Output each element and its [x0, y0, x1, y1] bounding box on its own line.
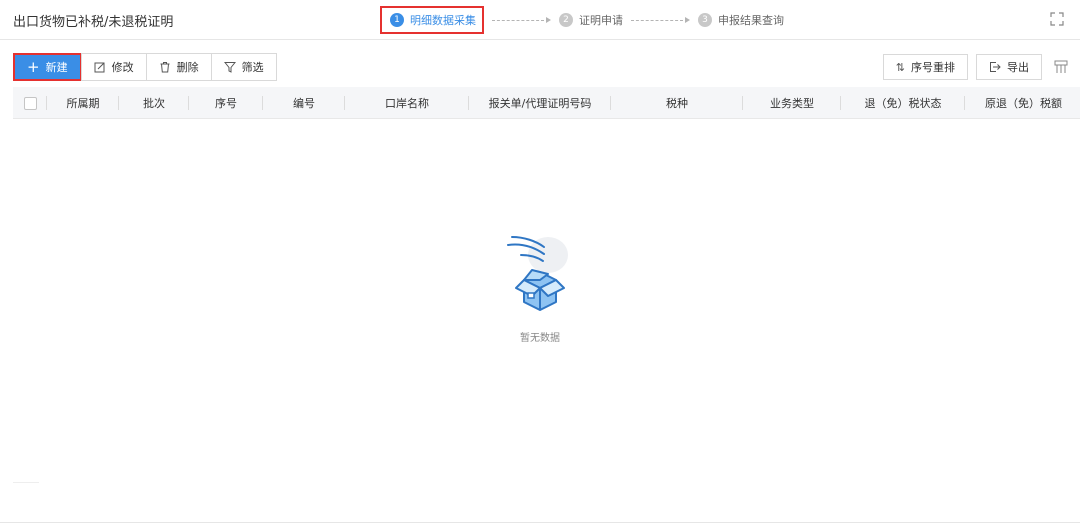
column-settings-icon[interactable] — [1054, 60, 1068, 74]
divider — [13, 482, 39, 483]
step-2-certificate-apply[interactable]: 2 证明申请 — [559, 12, 623, 28]
new-label: 新建 — [45, 61, 68, 74]
empty-box-icon — [507, 236, 568, 311]
export-button[interactable]: 导出 — [976, 54, 1042, 80]
toolbar-right: ⇅ 序号重排 导出 — [875, 53, 1068, 81]
page-title: 出口货物已补税/未退税证明 — [13, 15, 174, 30]
table-header: 所属期 批次 序号 编号 口岸名称 报关单/代理证明号码 税种 业务类型 退（免… — [13, 87, 1080, 119]
column-header[interactable]: 原退（免）税额 — [965, 87, 1080, 119]
column-header[interactable]: 税种 — [611, 87, 743, 119]
select-all-checkbox[interactable] — [23, 96, 37, 110]
step-number: 2 — [559, 13, 573, 27]
step-connector — [631, 17, 690, 23]
column-header[interactable]: 所属期 — [47, 87, 119, 119]
header-bar: 出口货物已补税/未退税证明 1 明细数据采集 2 证明申请 3 申报结果查询 — [0, 0, 1080, 40]
trash-icon — [160, 62, 170, 73]
filter-icon — [223, 62, 236, 73]
column-header[interactable]: 退（免）税状态 — [841, 87, 965, 119]
column-header[interactable]: 业务类型 — [743, 87, 841, 119]
plus-icon: + — [27, 58, 40, 76]
step-indicator: 1 明细数据采集 2 证明申请 3 申报结果查询 — [380, 6, 784, 34]
column-header[interactable]: 口岸名称 — [345, 87, 469, 119]
toolbar-left: + 新建 修改 删除 筛选 — [13, 53, 277, 81]
reorder-label: 序号重排 — [911, 61, 955, 74]
column-header[interactable]: 编号 — [263, 87, 345, 119]
step-number: 3 — [698, 13, 712, 27]
filter-label: 筛选 — [241, 61, 264, 74]
filter-button[interactable]: 筛选 — [210, 53, 277, 81]
step-number: 1 — [390, 13, 404, 27]
new-button[interactable]: + 新建 — [13, 53, 82, 81]
step-label: 申报结果查询 — [718, 14, 784, 27]
divider — [0, 522, 1080, 523]
edit-button[interactable]: 修改 — [80, 53, 147, 81]
delete-label: 删除 — [176, 61, 199, 74]
empty-state: 暂无数据 — [480, 225, 600, 344]
column-header[interactable]: 报关单/代理证明号码 — [469, 87, 611, 119]
step-connector — [492, 17, 551, 23]
step-label: 证明申请 — [579, 14, 623, 27]
reorder-button[interactable]: ⇅ 序号重排 — [882, 54, 968, 80]
edit-icon — [94, 62, 105, 73]
empty-text: 暂无数据 — [520, 333, 560, 344]
step-label: 明细数据采集 — [410, 14, 476, 27]
export-label: 导出 — [1007, 61, 1029, 74]
edit-label: 修改 — [111, 61, 134, 74]
column-header[interactable]: 批次 — [119, 87, 189, 119]
delete-button[interactable]: 删除 — [145, 53, 212, 81]
step-1-detail-collection[interactable]: 1 明细数据采集 — [380, 6, 484, 34]
export-icon — [990, 62, 1001, 72]
column-header[interactable]: 序号 — [189, 87, 263, 119]
sort-icon: ⇅ — [895, 60, 905, 74]
step-3-result-query[interactable]: 3 申报结果查询 — [698, 12, 784, 28]
select-all-cell — [13, 87, 47, 119]
fullscreen-icon[interactable] — [1050, 12, 1064, 26]
